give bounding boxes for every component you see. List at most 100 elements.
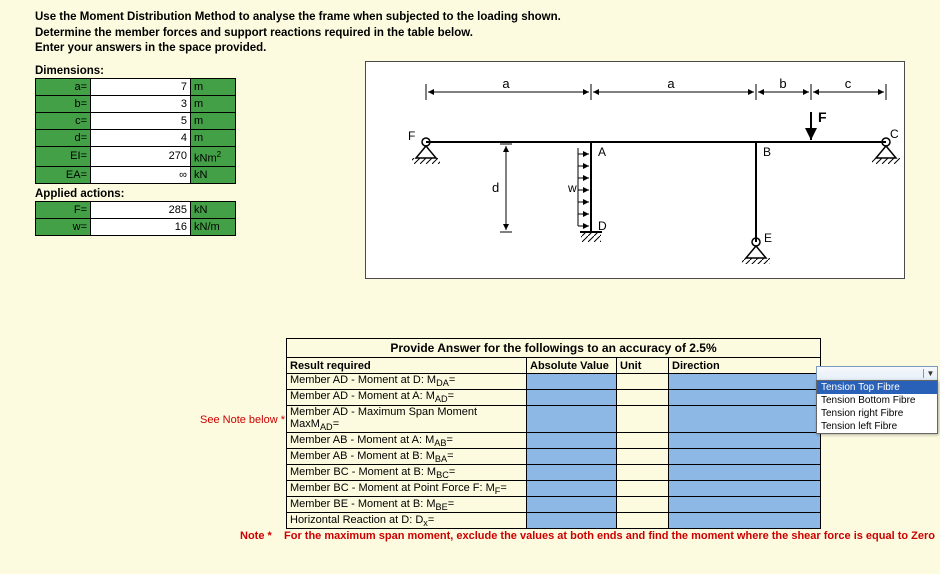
param-label: c= bbox=[36, 112, 91, 129]
param-unit: m bbox=[191, 112, 236, 129]
instruction-line: Determine the member forces and support … bbox=[35, 26, 905, 42]
param-unit: m bbox=[191, 78, 236, 95]
footnote: Note * For the maximum span moment, excl… bbox=[240, 530, 935, 542]
unit-cell bbox=[617, 406, 669, 433]
svg-text:c: c bbox=[845, 76, 852, 91]
absolute-value-input[interactable] bbox=[527, 390, 617, 406]
direction-input[interactable] bbox=[669, 433, 821, 449]
frame-diagram: a a b c F F C A bbox=[365, 61, 905, 279]
instruction-line: Enter your answers in the space provided… bbox=[35, 41, 905, 57]
unit-cell bbox=[617, 390, 669, 406]
footnote-tag: Note * bbox=[240, 530, 272, 542]
col-result-required: Result required bbox=[287, 358, 527, 374]
result-desc: Member BC - Moment at Point Force F: MF= bbox=[287, 481, 527, 497]
absolute-value-input[interactable] bbox=[527, 406, 617, 433]
dropdown-option[interactable]: Tension Top Fibre bbox=[817, 381, 937, 394]
answer-caption: Provide Answer for the followings to an … bbox=[286, 338, 821, 357]
result-desc: Member BC - Moment at B: MBC= bbox=[287, 465, 527, 481]
chevron-down-icon: ▼ bbox=[923, 369, 937, 378]
absolute-value-input[interactable] bbox=[527, 513, 617, 529]
unit-cell bbox=[617, 374, 669, 390]
absolute-value-input[interactable] bbox=[527, 497, 617, 513]
instruction-line: Use the Moment Distribution Method to an… bbox=[35, 10, 905, 26]
dropdown-option[interactable]: Tension Bottom Fibre bbox=[817, 394, 937, 407]
result-desc: Member AB - Moment at B: MBA= bbox=[287, 449, 527, 465]
unit-cell bbox=[617, 449, 669, 465]
unit-cell bbox=[617, 497, 669, 513]
col-absolute-value: Absolute Value bbox=[527, 358, 617, 374]
svg-text:b: b bbox=[779, 76, 786, 91]
absolute-value-input[interactable] bbox=[527, 465, 617, 481]
absolute-value-input[interactable] bbox=[527, 374, 617, 390]
svg-text:E: E bbox=[764, 231, 772, 245]
svg-text:a: a bbox=[667, 76, 675, 91]
see-note-label: See Note below * bbox=[200, 414, 285, 426]
dropdown-option[interactable]: Tension left Fibre bbox=[817, 420, 937, 433]
answer-table: Provide Answer for the followings to an … bbox=[286, 338, 821, 529]
param-value[interactable]: 16 bbox=[91, 219, 191, 236]
unit-cell bbox=[617, 481, 669, 497]
result-desc: Member BE - Moment at B: MBE= bbox=[287, 497, 527, 513]
col-direction: Direction bbox=[669, 358, 821, 374]
result-desc: Member AD - Moment at D: MDA= bbox=[287, 374, 527, 390]
param-label: a= bbox=[36, 78, 91, 95]
direction-input[interactable] bbox=[669, 465, 821, 481]
actions-table: F=285kN w=16kN/m bbox=[35, 201, 236, 236]
col-unit: Unit bbox=[617, 358, 669, 374]
table-row: Member BE - Moment at B: MBE= bbox=[287, 497, 821, 513]
param-unit: m bbox=[191, 129, 236, 146]
table-row: Member BC - Moment at Point Force F: MF= bbox=[287, 481, 821, 497]
table-row: Member AB - Moment at B: MBA= bbox=[287, 449, 821, 465]
svg-text:d: d bbox=[492, 180, 499, 195]
param-value[interactable]: 3 bbox=[91, 95, 191, 112]
param-value[interactable]: ∞ bbox=[91, 167, 191, 184]
svg-text:F: F bbox=[818, 109, 827, 125]
param-value[interactable]: 285 bbox=[91, 202, 191, 219]
param-value[interactable]: 5 bbox=[91, 112, 191, 129]
actions-title: Applied actions: bbox=[35, 188, 335, 200]
result-desc: Member AD - Maximum Span Moment MaxMAD= bbox=[287, 406, 527, 433]
param-value[interactable]: 7 bbox=[91, 78, 191, 95]
svg-text:D: D bbox=[598, 219, 607, 233]
param-unit: kNm2 bbox=[191, 146, 236, 167]
direction-select[interactable]: ▼ bbox=[816, 366, 938, 381]
param-unit: kN bbox=[191, 202, 236, 219]
table-row: Horizontal Reaction at D: Dx= bbox=[287, 513, 821, 529]
absolute-value-input[interactable] bbox=[527, 433, 617, 449]
result-desc: Member AD - Moment at A: MAD= bbox=[287, 390, 527, 406]
direction-dropdown[interactable]: Tension Top FibreTension Bottom FibreTen… bbox=[816, 380, 938, 434]
direction-input[interactable] bbox=[669, 374, 821, 390]
direction-input[interactable] bbox=[669, 481, 821, 497]
param-label: EA= bbox=[36, 167, 91, 184]
param-value[interactable]: 270 bbox=[91, 146, 191, 167]
svg-text:B: B bbox=[763, 145, 771, 159]
direction-input[interactable] bbox=[669, 406, 821, 433]
direction-input[interactable] bbox=[669, 497, 821, 513]
param-value[interactable]: 4 bbox=[91, 129, 191, 146]
param-unit: kN/m bbox=[191, 219, 236, 236]
param-label: w= bbox=[36, 219, 91, 236]
svg-text:F: F bbox=[408, 129, 415, 143]
svg-text:A: A bbox=[598, 145, 606, 159]
param-label: F= bbox=[36, 202, 91, 219]
result-desc: Member AB - Moment at A: MAB= bbox=[287, 433, 527, 449]
direction-input[interactable] bbox=[669, 449, 821, 465]
table-row: Member AD - Maximum Span Moment MaxMAD= bbox=[287, 406, 821, 433]
param-label: EI= bbox=[36, 146, 91, 167]
absolute-value-input[interactable] bbox=[527, 449, 617, 465]
unit-cell bbox=[617, 465, 669, 481]
dimensions-title: Dimensions: bbox=[35, 65, 335, 77]
unit-cell bbox=[617, 433, 669, 449]
absolute-value-input[interactable] bbox=[527, 481, 617, 497]
direction-input[interactable] bbox=[669, 390, 821, 406]
table-row: Member BC - Moment at B: MBC= bbox=[287, 465, 821, 481]
direction-input[interactable] bbox=[669, 513, 821, 529]
footnote-text: For the maximum span moment, exclude the… bbox=[284, 530, 935, 542]
table-row: Member AB - Moment at A: MAB= bbox=[287, 433, 821, 449]
param-label: b= bbox=[36, 95, 91, 112]
dropdown-option[interactable]: Tension right Fibre bbox=[817, 407, 937, 420]
instructions: Use the Moment Distribution Method to an… bbox=[0, 0, 940, 61]
param-label: d= bbox=[36, 129, 91, 146]
result-desc: Horizontal Reaction at D: Dx= bbox=[287, 513, 527, 529]
param-unit: m bbox=[191, 95, 236, 112]
